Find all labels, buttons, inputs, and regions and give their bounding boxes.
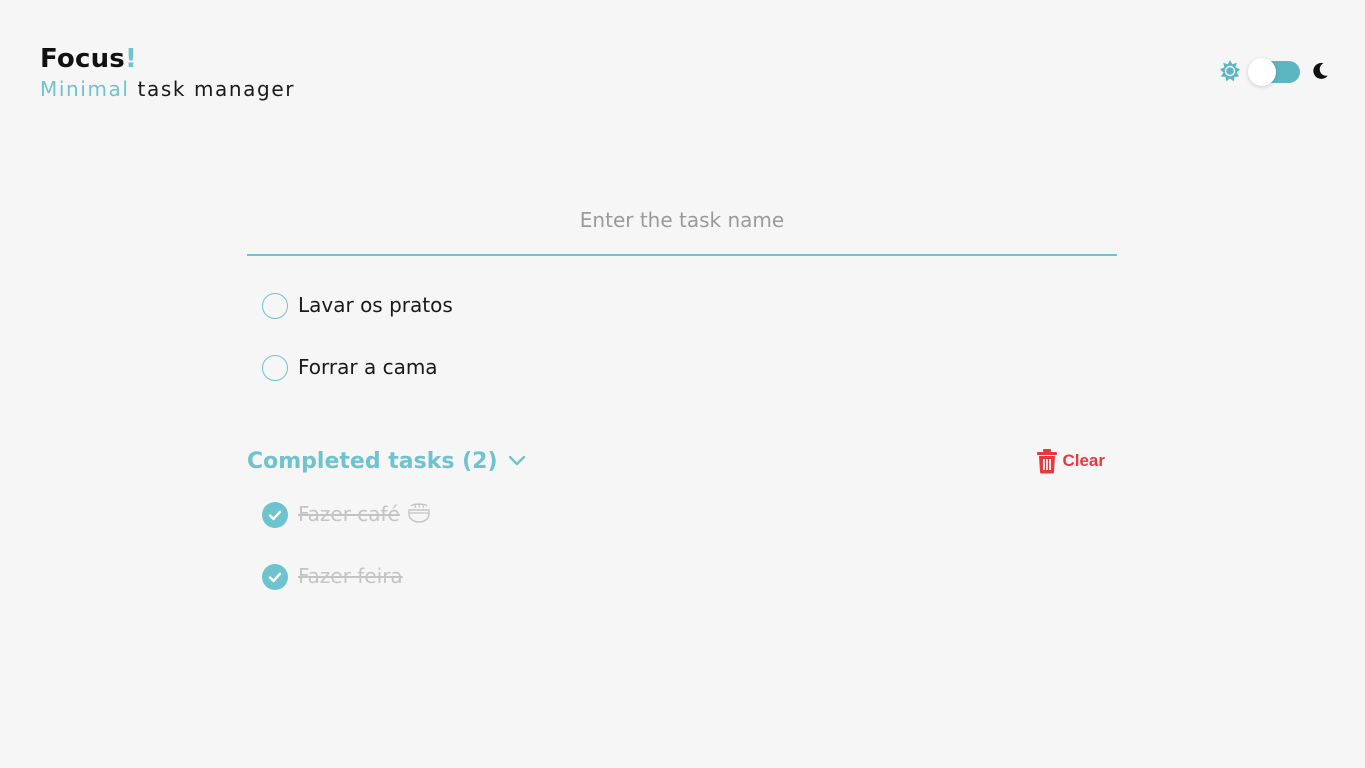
clear-completed-button[interactable]: Clear [1036, 448, 1105, 474]
coffee-icon [408, 503, 430, 523]
chevron-down-icon [508, 455, 525, 466]
moon-icon [1313, 62, 1328, 79]
app-title-text: Focus [40, 44, 125, 74]
app-title: Focus! [40, 42, 295, 76]
completed-section-header: Completed tasks (2) Clear [247, 446, 1105, 476]
task-label: Fazer café [298, 502, 432, 527]
app-root: Focus! Minimal task manager Lavar os pra… [0, 0, 1365, 768]
app-title-accent: ! [124, 44, 138, 74]
app-subtitle-text: task manager [137, 77, 296, 101]
task-item-completed: Fazer café [262, 499, 1117, 561]
task-item: Forrar a cama [262, 352, 1117, 414]
theme-switch[interactable] [1248, 58, 1300, 86]
theme-switch-knob [1248, 58, 1276, 86]
sun-icon [1220, 60, 1240, 82]
clear-label: Clear [1062, 451, 1105, 470]
task-checkbox[interactable] [262, 355, 288, 381]
task-item: Lavar os pratos [262, 290, 1117, 352]
theme-toggle [1218, 58, 1330, 86]
task-label: Forrar a cama [298, 355, 438, 379]
task-checkbox-checked[interactable] [262, 502, 288, 528]
task-checkbox[interactable] [262, 293, 288, 319]
check-icon [268, 572, 282, 583]
app-subtitle-accent: Minimal [40, 77, 130, 101]
trash-icon [1037, 449, 1058, 474]
completed-tasks-title: Completed tasks (2) [247, 448, 498, 474]
task-input-container [247, 196, 1117, 256]
task-label: Lavar os pratos [298, 293, 453, 317]
brand: Focus! Minimal task manager [40, 42, 295, 102]
task-checkbox-checked[interactable] [262, 564, 288, 590]
app-subtitle: Minimal task manager [40, 76, 295, 102]
task-label: Fazer feira [298, 564, 403, 588]
completed-tasks-toggle[interactable]: Completed tasks (2) [247, 449, 528, 474]
task-item-completed: Fazer feira [262, 561, 1117, 623]
task-name-input[interactable] [247, 196, 1117, 244]
completed-task-list: Fazer café Fazer feira [262, 499, 1117, 623]
pending-task-list: Lavar os pratos Forrar a cama [262, 290, 1117, 414]
task-label-text: Fazer café [298, 501, 400, 526]
check-icon [268, 510, 282, 521]
